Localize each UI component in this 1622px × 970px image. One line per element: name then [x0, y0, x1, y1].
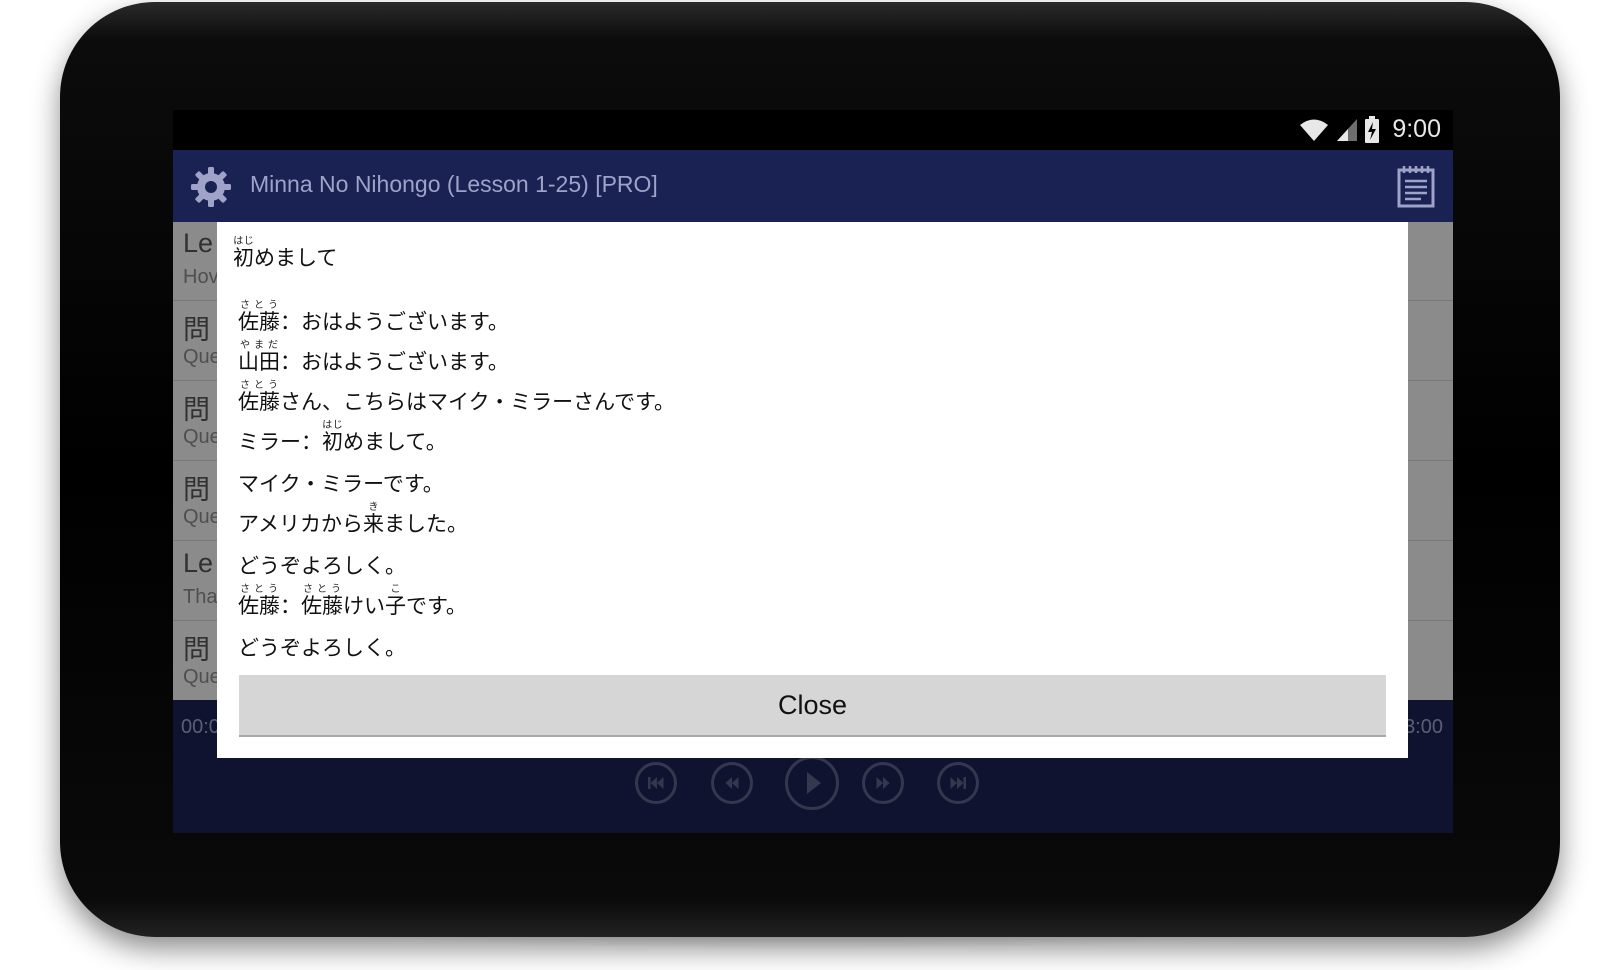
- dialog-line-4: ミラー：初はじめまして。: [238, 420, 447, 454]
- signal-icon: [1337, 118, 1358, 141]
- dialog-line-5: マイク・ミラーです。: [238, 472, 444, 496]
- settings-gear-icon[interactable]: [189, 165, 233, 209]
- dialog-line-8: 佐藤さとう：佐藤さとうけい子こです。: [238, 584, 467, 618]
- notepad-icon[interactable]: [1397, 164, 1435, 208]
- dialog-line-6: アメリカから来きました。: [238, 502, 468, 536]
- clock: 9:00: [1392, 115, 1441, 143]
- app-bar: Minna No Nihongo (Lesson 1-25) [PRO]: [173, 150, 1453, 222]
- dialog-line-3: 佐藤さとうさん、こちらはマイク・ミラーさんです。: [238, 380, 676, 414]
- close-button[interactable]: Close: [239, 675, 1386, 737]
- dialog-heading: 初はじめまして: [233, 236, 338, 270]
- status-bar: 9:00: [173, 110, 1453, 150]
- dialog-line-1: 佐藤さとう：おはようございます。: [238, 300, 509, 334]
- dialog-line-7: どうぞよろしく。: [238, 554, 406, 578]
- dialog-line-2: 山田やまだ：おはようございます。: [238, 340, 509, 374]
- dialog-conversation: 初はじめまして 佐藤さとう：おはようございます。 山田やまだ：おはようございます…: [217, 222, 1408, 758]
- device-screen: 9:00 Minna No Nihongo (Lesson 1-25) [PRO…: [173, 110, 1453, 833]
- furigana-word: 初はじ: [233, 236, 254, 270]
- app-title: Minna No Nihongo (Lesson 1-25) [PRO]: [250, 171, 658, 197]
- wifi-icon: [1300, 119, 1329, 141]
- dialog-text: 初はじめまして 佐藤さとう：おはようございます。 山田やまだ：おはようございます…: [233, 236, 1333, 662]
- dialog-line-9: どうぞよろしく。: [238, 636, 406, 660]
- battery-icon: [1365, 115, 1380, 143]
